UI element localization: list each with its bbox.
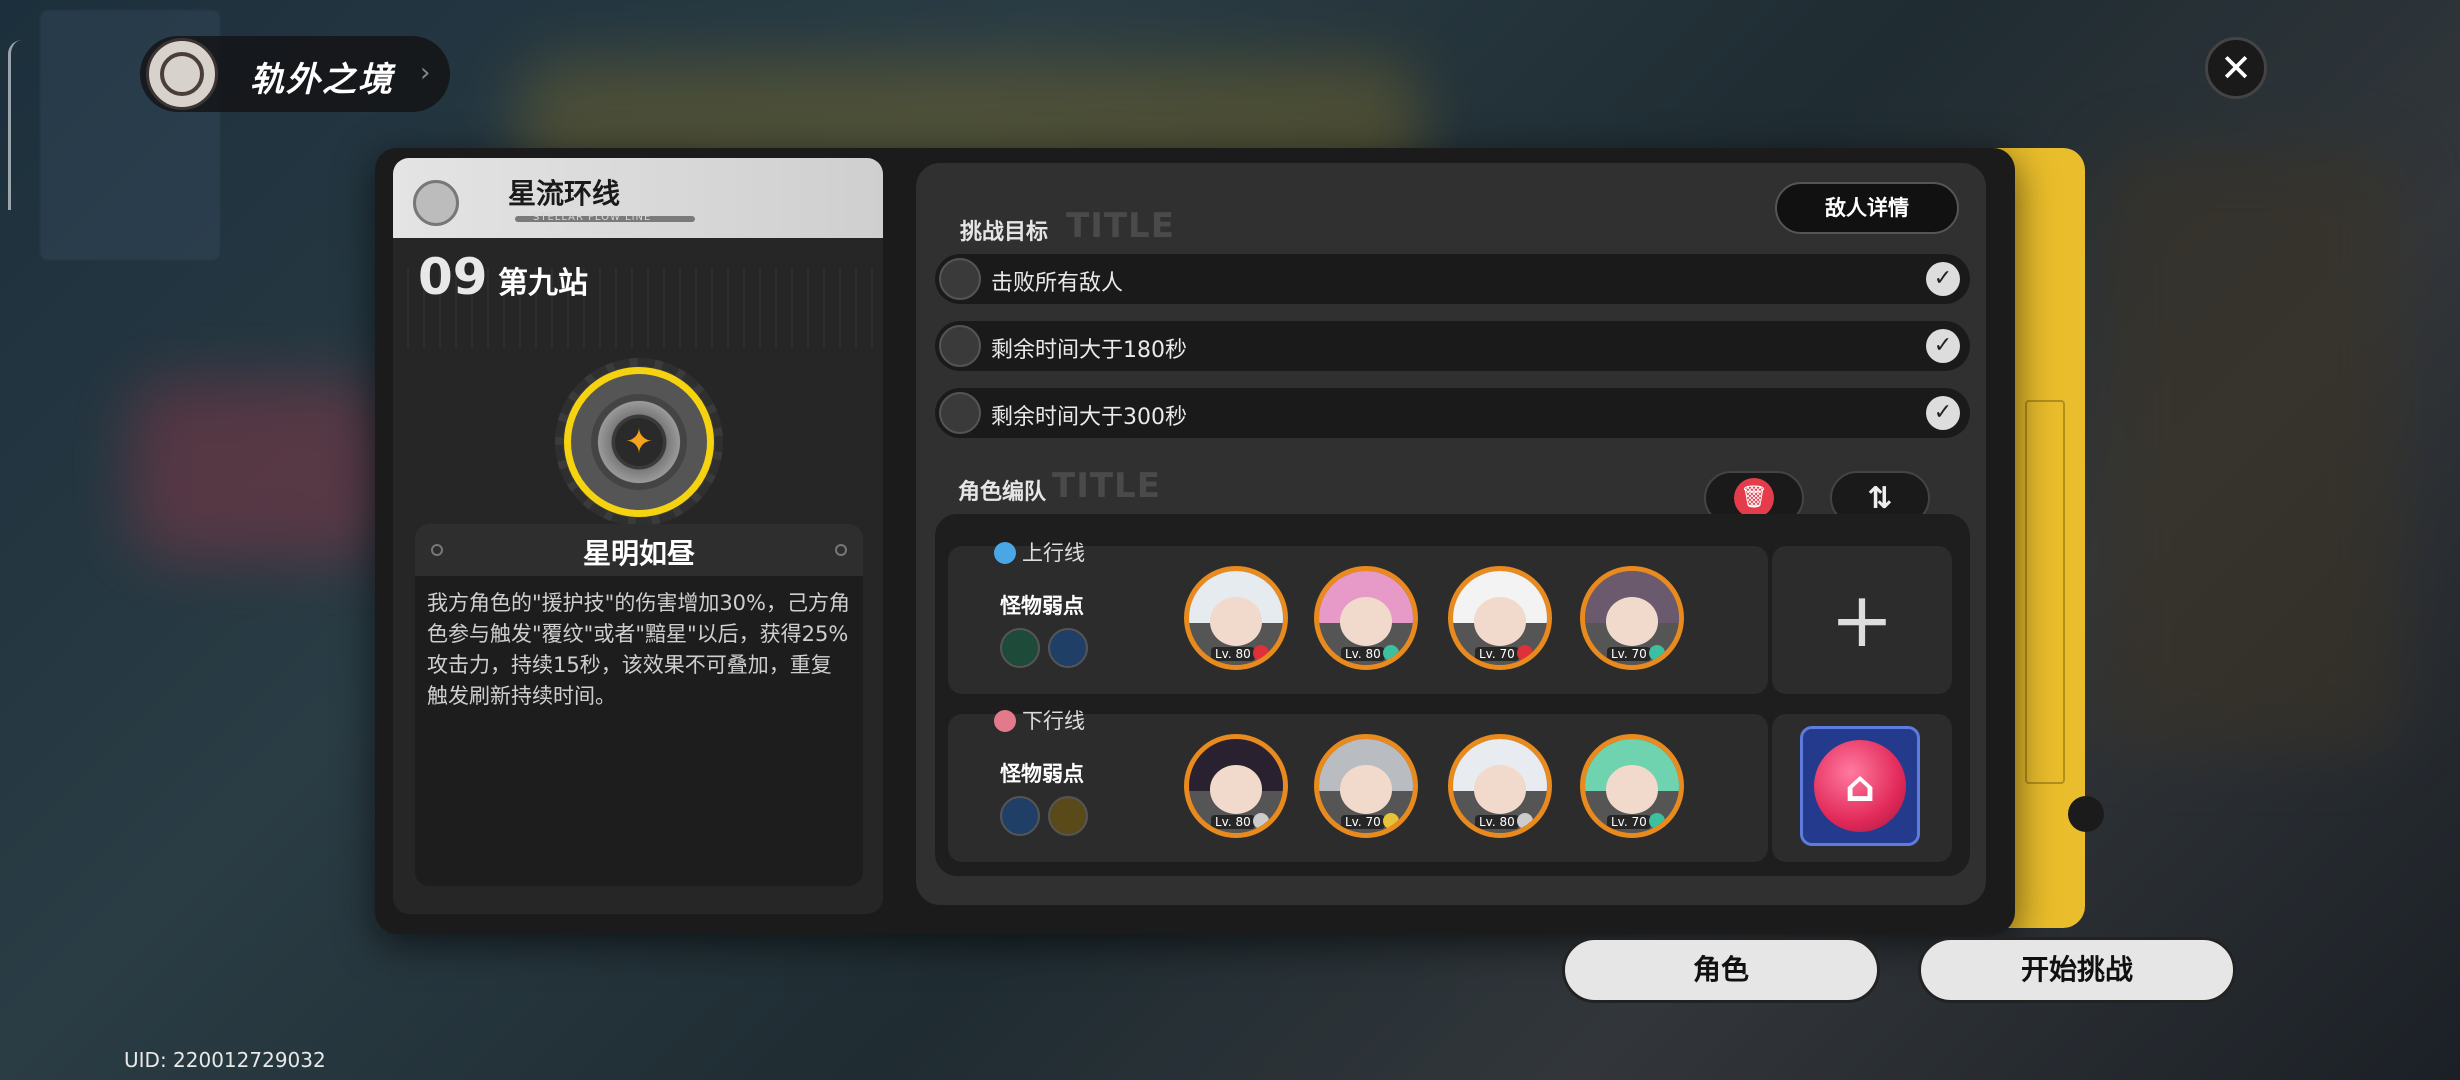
light-element-icon: [1048, 796, 1088, 836]
section-decoration: TITLE: [1052, 466, 1161, 506]
buff-card: 星明如昼 我方角色的"援护技"的伤害增加30%，己方角色参与触发"覆纹"或者"黯…: [415, 524, 863, 886]
chevron-right-icon: ›: [420, 58, 431, 88]
objective-row: 剩余时间大于180秒 ✓: [935, 321, 1970, 371]
element-icon: [1253, 813, 1269, 829]
objective-icon: [939, 392, 981, 434]
plus-icon: +: [1830, 575, 1894, 664]
element-icon: [1253, 645, 1269, 661]
line-emblem-icon: [413, 180, 459, 226]
line-tag-icon: [994, 710, 1016, 732]
line-tag: 下行线: [994, 705, 1085, 735]
element-icon: [1383, 645, 1399, 661]
objective-row: 击败所有敌人 ✓: [935, 254, 1970, 304]
support-icon: ⌂: [1814, 740, 1906, 832]
weakness-label: 怪物弱点: [1000, 762, 1084, 786]
character-level: Lv. 80: [1341, 647, 1385, 661]
uid-label: UID: 220012729032: [124, 1048, 326, 1072]
swap-icon: ⇅: [1867, 480, 1893, 516]
element-icon: [1383, 813, 1399, 829]
character-level: Lv. 80: [1211, 815, 1255, 829]
close-icon: ✕: [2220, 46, 2252, 90]
stage-medal: ✦: [555, 358, 723, 526]
character-level: Lv. 80: [1211, 647, 1255, 661]
check-icon: ✓: [1926, 262, 1960, 296]
card-notch: [2068, 796, 2104, 832]
objective-text: 剩余时间大于300秒: [991, 405, 1187, 430]
line-tag-label: 下行线: [1022, 709, 1085, 733]
objective-row: 剩余时间大于300秒 ✓: [935, 388, 1970, 438]
buff-title: 星明如昼: [582, 537, 695, 570]
team-section-title: 角色编队: [958, 480, 1047, 505]
background-glow: [2100, 150, 2400, 750]
element-icon: [1649, 813, 1665, 829]
enemy-details-button[interactable]: 敌人详情: [1775, 182, 1959, 234]
character-avatar[interactable]: Lv. 70: [1580, 734, 1684, 838]
mode-emblem-icon: [146, 38, 218, 110]
support-card[interactable]: ⌂: [1800, 726, 1920, 846]
line-name: 星流环线: [508, 177, 621, 210]
mode-title: 轨外之境: [250, 60, 394, 100]
character-level: Lv. 70: [1607, 815, 1651, 829]
star-icon: ✦: [615, 418, 663, 466]
start-challenge-button[interactable]: 开始挑战: [1918, 937, 2236, 1003]
line-tag-icon: [994, 542, 1016, 564]
element-icon: [1649, 645, 1665, 661]
wind-element-icon: [1000, 628, 1040, 668]
decor-dot: [835, 544, 847, 556]
line-header: 星流环线 STELLAR FLOW LINE: [393, 158, 883, 238]
buff-description: 我方角色的"援护技"的伤害增加30%，己方角色参与触发"覆纹"或者"黯星"以后，…: [427, 591, 850, 708]
add-character-button[interactable]: +: [1772, 546, 1952, 694]
character-avatar[interactable]: Lv. 80: [1184, 566, 1288, 670]
element-icon: [1517, 813, 1533, 829]
challenge-section-title: 挑战目标: [960, 220, 1049, 245]
character-level: Lv. 70: [1607, 647, 1651, 661]
character-avatar[interactable]: Lv. 80: [1184, 734, 1288, 838]
character-button[interactable]: 角色: [1562, 937, 1880, 1003]
check-icon: ✓: [1926, 396, 1960, 430]
character-avatar[interactable]: Lv. 70: [1448, 566, 1552, 670]
check-icon: ✓: [1926, 329, 1960, 363]
character-level: Lv. 70: [1341, 815, 1385, 829]
line-subtitle: STELLAR FLOW LINE: [533, 212, 652, 223]
trash-icon: 🗑: [1734, 478, 1774, 518]
character-level: Lv. 70: [1475, 647, 1519, 661]
weakness-label: 怪物弱点: [1000, 594, 1084, 618]
line-tag-label: 上行线: [1022, 541, 1085, 565]
character-level: Lv. 80: [1475, 815, 1519, 829]
stage-info-panel: 星流环线 STELLAR FLOW LINE 09 第九站 ✦ 星明如昼 我方角…: [393, 158, 883, 914]
section-decoration: TITLE: [1066, 206, 1175, 246]
stage-number: 09: [418, 248, 488, 306]
objective-icon: [939, 258, 981, 300]
objective-text: 击败所有敌人: [991, 271, 1124, 296]
element-icon: [1517, 645, 1533, 661]
background-rail: [8, 40, 25, 210]
ice-element-icon: [1048, 628, 1088, 668]
stage-name: 第九站: [498, 266, 588, 301]
support-slot[interactable]: ⌂: [1772, 714, 1952, 862]
objective-text: 剩余时间大于180秒: [991, 338, 1187, 363]
card-side-decoration: [2025, 400, 2065, 784]
character-avatar[interactable]: Lv. 80: [1448, 734, 1552, 838]
character-avatar[interactable]: Lv. 80: [1314, 566, 1418, 670]
close-button[interactable]: ✕: [2205, 37, 2267, 99]
line-tag: 上行线: [994, 537, 1085, 567]
background-glow: [130, 380, 390, 560]
character-avatar[interactable]: Lv. 70: [1314, 734, 1418, 838]
character-avatar[interactable]: Lv. 70: [1580, 566, 1684, 670]
ice-element-icon: [1000, 796, 1040, 836]
objective-icon: [939, 325, 981, 367]
